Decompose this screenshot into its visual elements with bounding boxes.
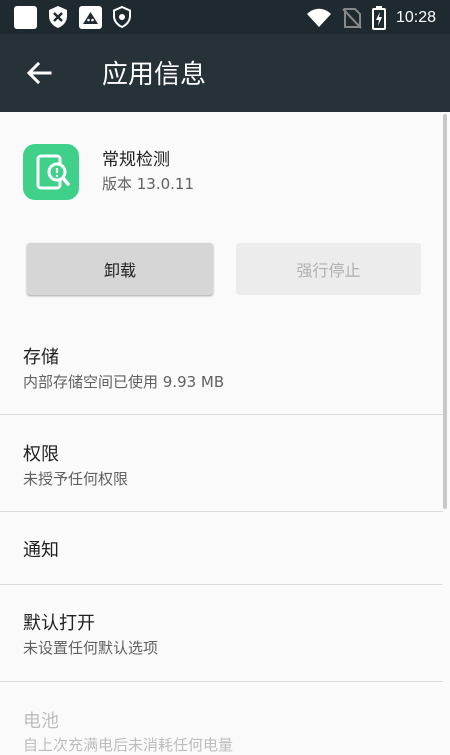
list-item-default-open[interactable]: 默认打开 未设置任何默认选项 [0,584,443,682]
app-name: 常规检测 [102,150,170,170]
battery-charging-icon [371,6,386,30]
status-bar-right: 10:28 [306,6,436,30]
list-item-notifications[interactable]: 通知 [0,511,443,585]
page-title: 应用信息 [102,60,207,90]
force-stop-button[interactable]: 强行停止 [236,243,421,295]
list-item-permissions[interactable]: 权限 未授予任何权限 [0,414,443,512]
list-item-subtitle: 未设置任何默认选项 [23,639,159,657]
wifi-icon [306,8,331,27]
no-sim-icon [342,8,362,29]
notification-square-icon [14,5,37,29]
scrollbar[interactable] [443,114,447,509]
status-time: 10:28 [395,9,436,26]
status-bar: 10:28 [0,0,450,34]
phone-search-icon [23,144,79,200]
list-item-title: 权限 [23,444,59,465]
list-item-subtitle: 未授予任何权限 [23,470,129,488]
status-bar-left [14,5,132,29]
list-item-subtitle: 自上次充满电后未消耗任何电量 [23,736,234,754]
app-version: 版本 13.0.11 [102,175,195,193]
list-item-title: 存储 [23,347,59,368]
app-notification-icon [79,5,102,29]
list-item-title: 电池 [23,711,59,732]
shield-icon [113,6,131,28]
list-item-title: 默认打开 [23,613,95,634]
app-info-content: 常规检测 版本 13.0.11 卸载 强行停止 存储 内部存储空间已使用 9.9… [0,112,450,754]
shield-x-icon [49,6,67,28]
app-bar: 应用信息 [0,34,450,112]
arrow-left-icon[interactable] [22,56,56,90]
uninstall-button[interactable]: 卸载 [27,243,213,295]
list-item-battery[interactable]: 电池 自上次充满电后未消耗任何电量 [0,681,443,754]
list-item-storage[interactable]: 存储 内部存储空间已使用 9.93 MB [0,321,443,414]
list-item-title: 通知 [23,540,59,561]
list-item-subtitle: 内部存储空间已使用 9.93 MB [23,373,225,391]
